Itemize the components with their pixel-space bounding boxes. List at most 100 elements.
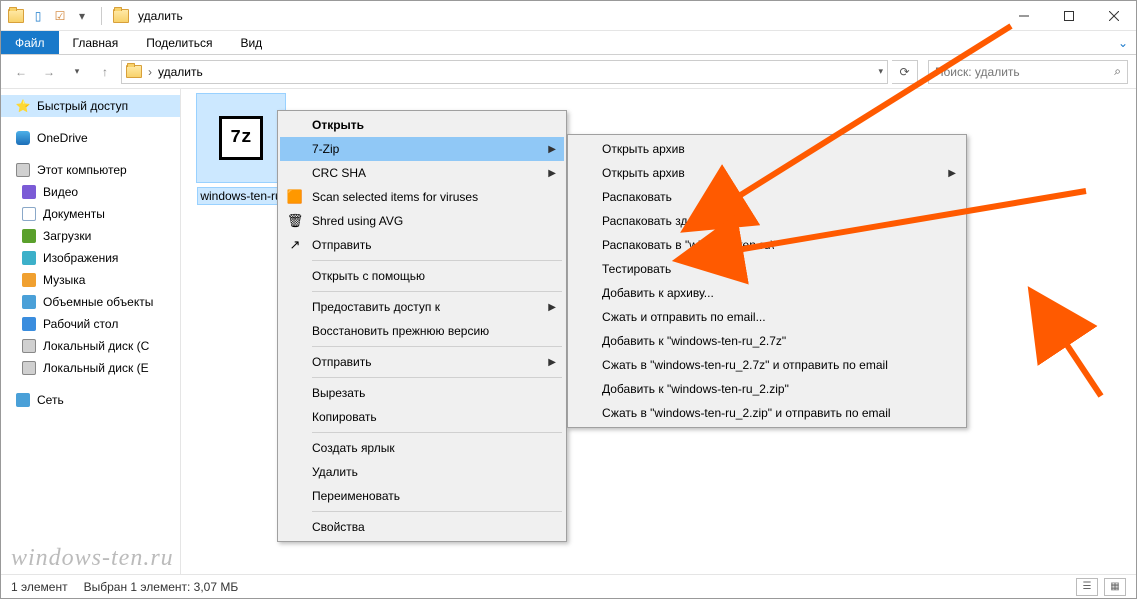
ctx-delete[interactable]: Удалить [280,460,564,484]
maximize-button[interactable] [1046,1,1091,31]
tab-home[interactable]: Главная [59,31,133,54]
sidebar-label: Музыка [43,273,85,287]
titlebar: ▯ ☑ ▾ удалить [1,1,1136,31]
sidebar-item-quick-access[interactable]: ⭐ Быстрый доступ [1,95,180,117]
address-bar[interactable]: › удалить ▾ [121,60,888,84]
search-box[interactable]: ⌕ [928,60,1128,84]
file-item[interactable]: 7z windows-ten-ru [191,93,291,205]
sidebar-label: Документы [43,207,105,221]
ctx-label: Открыть архив [602,166,685,180]
watermark: windows-ten.ru [11,545,174,572]
ctx-rename[interactable]: Переименовать [280,484,564,508]
ctx-send-to-1[interactable]: ↗ Отправить [280,233,564,257]
forward-button[interactable]: → [37,60,61,84]
search-input[interactable] [935,65,1114,79]
picture-icon [21,250,37,266]
video-icon [21,184,37,200]
sidebar: ⭐ Быстрый доступ OneDrive Этот компьютер… [1,89,181,574]
sidebar-item-this-pc[interactable]: Этот компьютер [1,159,180,181]
close-button[interactable] [1091,1,1136,31]
tab-view[interactable]: Вид [226,31,276,54]
separator [312,511,562,512]
sub-extract-here[interactable]: Распаковать здесь [570,209,964,233]
sub-open-archive-2[interactable]: Открыть архив ▶ [570,161,964,185]
sidebar-item-music[interactable]: Музыка [1,269,180,291]
ctx-properties[interactable]: Свойства [280,515,564,539]
ctx-7zip[interactable]: 7-Zip ▶ [280,137,564,161]
history-dropdown[interactable]: ▾ [65,60,89,84]
chevron-right-icon: ▶ [548,168,556,179]
ctx-label: 7-Zip [312,142,339,156]
qat-pin-icon[interactable]: ▯ [29,7,47,25]
sidebar-item-desktop[interactable]: Рабочий стол [1,313,180,335]
sub-add-to-7z[interactable]: Добавить к "windows-ten-ru_2.7z" [570,329,964,353]
sub-add-to-archive[interactable]: Добавить к архиву... [570,281,964,305]
ctx-scan-viruses[interactable]: 🟧 Scan selected items for viruses [280,185,564,209]
up-button[interactable]: ↑ [93,60,117,84]
ctx-open[interactable]: Открыть [280,113,564,137]
statusbar: 1 элемент Выбран 1 элемент: 3,07 МБ ☰ ▦ [1,574,1136,598]
disk-icon [21,360,37,376]
sidebar-label: Рабочий стол [43,317,118,331]
sidebar-item-documents[interactable]: Документы [1,203,180,225]
sidebar-item-downloads[interactable]: Загрузки [1,225,180,247]
ctx-restore-previous[interactable]: Восстановить прежнюю версию [280,319,564,343]
sidebar-label: Сеть [37,393,64,407]
separator [312,432,562,433]
ctx-create-shortcut[interactable]: Создать ярлык [280,436,564,460]
sidebar-label: Загрузки [43,229,91,243]
refresh-button[interactable]: ⟳ [892,60,918,84]
navbar: ← → ▾ ↑ › удалить ▾ ⟳ ⌕ [1,55,1136,89]
address-dropdown-icon[interactable]: ▾ [878,66,883,77]
sidebar-item-3d-objects[interactable]: Объемные объекты [1,291,180,313]
separator [312,377,562,378]
sidebar-item-network[interactable]: Сеть [1,389,180,411]
sidebar-item-pictures[interactable]: Изображения [1,247,180,269]
sidebar-item-onedrive[interactable]: OneDrive [1,127,180,149]
ctx-open-with[interactable]: Открыть с помощью [280,264,564,288]
sub-test[interactable]: Тестировать [570,257,964,281]
ribbon-expand-icon[interactable]: ⌄ [1118,31,1136,54]
view-details-button[interactable]: ☰ [1076,578,1098,596]
sidebar-item-videos[interactable]: Видео [1,181,180,203]
sub-extract-to[interactable]: Распаковать в "windows-ten-ru\" [570,233,964,257]
ctx-send-to-2[interactable]: Отправить ▶ [280,350,564,374]
ribbon-tabs: Файл Главная Поделиться Вид ⌄ [1,31,1136,55]
sub-add-to-zip[interactable]: Добавить к "windows-ten-ru_2.zip" [570,377,964,401]
context-submenu-7zip: Открыть архив Открыть архив ▶ Распаковат… [567,134,967,428]
chevron-right-icon: ▶ [548,144,556,155]
ctx-copy[interactable]: Копировать [280,405,564,429]
tab-file[interactable]: Файл [1,31,59,54]
window-controls [1001,1,1136,31]
chevron-right-icon: ▶ [548,357,556,368]
sub-compress-email[interactable]: Сжать и отправить по email... [570,305,964,329]
search-icon[interactable]: ⌕ [1114,64,1121,79]
sidebar-item-local-disk-c[interactable]: Локальный диск (C [1,335,180,357]
file-name[interactable]: windows-ten-ru [197,187,284,205]
ctx-shred-avg[interactable]: 🗑 Shred using AVG [280,209,564,233]
desktop-icon [21,316,37,332]
sub-open-archive-1[interactable]: Открыть архив [570,137,964,161]
sidebar-item-local-disk-e[interactable]: Локальный диск (E [1,357,180,379]
ctx-crc-sha[interactable]: CRC SHA ▶ [280,161,564,185]
view-icons-button[interactable]: ▦ [1104,578,1126,596]
minimize-button[interactable] [1001,1,1046,31]
ctx-grant-access[interactable]: Предоставить доступ к ▶ [280,295,564,319]
chevron-right-icon: ▶ [948,168,956,179]
folder-icon [7,7,25,25]
sevenzip-icon: 7z [219,116,263,160]
ctx-cut[interactable]: Вырезать [280,381,564,405]
antivirus-icon: 🟧 [286,188,304,206]
file-thumbnail[interactable]: 7z [196,93,286,183]
address-folder-icon [126,65,142,78]
qat-dropdown-icon[interactable]: ▾ [73,7,91,25]
tab-share[interactable]: Поделиться [132,31,226,54]
back-button[interactable]: ← [9,60,33,84]
sub-compress-zip-email[interactable]: Сжать в "windows-ten-ru_2.zip" и отправи… [570,401,964,425]
qat-checkbox-icon[interactable]: ☑ [51,7,69,25]
address-path[interactable]: удалить [158,65,203,79]
sub-compress-7z-email[interactable]: Сжать в "windows-ten-ru_2.7z" и отправит… [570,353,964,377]
separator [312,260,562,261]
chevron-right-icon[interactable]: › [148,65,152,79]
sub-extract[interactable]: Распаковать [570,185,964,209]
